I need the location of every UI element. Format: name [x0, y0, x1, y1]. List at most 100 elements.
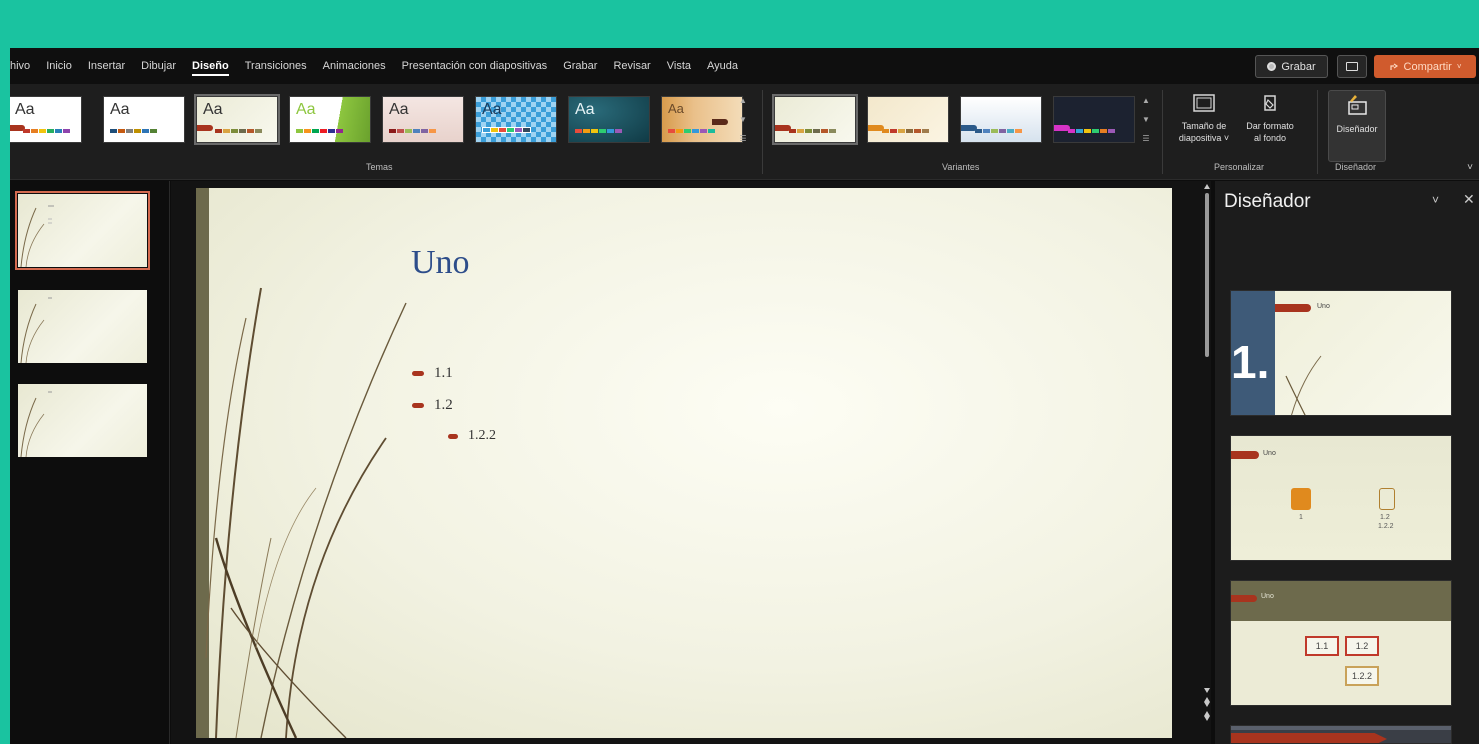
variants-gallery-scroll[interactable]: ▲ ▼ ☰ — [1140, 96, 1152, 143]
themes-group-label: Temas — [366, 162, 393, 172]
theme-accent-tab — [197, 125, 213, 131]
theme-accent-tab — [712, 119, 728, 125]
comments-button[interactable] — [1337, 55, 1367, 78]
designer-icon — [1348, 95, 1367, 115]
gallery-more-icon[interactable]: ☰ — [1142, 134, 1149, 143]
slide-size-label-2: diapositiva ˅ — [1178, 133, 1230, 143]
collapse-ribbon-icon[interactable]: ˅ — [1467, 162, 1473, 173]
tab-animaciones[interactable]: Animaciones — [323, 60, 386, 76]
tab-insertar[interactable]: Insertar — [88, 60, 125, 76]
variant-swatches — [975, 129, 1022, 133]
tab-revisar[interactable]: Revisar — [613, 60, 650, 76]
designer-button[interactable]: Diseñador — [1328, 90, 1386, 162]
theme-teal-dark[interactable]: Aa — [568, 96, 650, 143]
slide-editing-area: Uno 1.1 1.2 1.2.2 — [171, 181, 1211, 744]
slide-thumbnails-pane — [10, 181, 170, 744]
slide-size-button[interactable]: Tamaño de diapositiva ˅ — [1172, 90, 1236, 162]
option4-title-banner — [1231, 733, 1387, 743]
bullet-1-1[interactable]: 1.1 — [412, 365, 453, 382]
theme-current[interactable]: Aa — [194, 94, 280, 145]
variant-4[interactable] — [1053, 96, 1135, 143]
tab-ayuda[interactable]: Ayuda — [707, 60, 738, 76]
variant-2[interactable] — [867, 96, 949, 143]
theme-swatches — [23, 129, 70, 133]
chevron-down-icon[interactable]: ˅ — [1432, 193, 1439, 207]
tab-transiciones[interactable]: Transiciones — [245, 60, 307, 76]
variant-swatches — [882, 129, 929, 133]
tab-dibujar[interactable]: Dibujar — [141, 60, 176, 76]
ribbon-separator — [1317, 90, 1318, 174]
format-background-button[interactable]: Dar formato al fondo — [1238, 90, 1302, 162]
option2-item-2: 1.2 — [1380, 514, 1390, 521]
tab-inicio[interactable]: Inicio — [46, 60, 72, 76]
theme-aa-label: Aa — [389, 101, 409, 118]
menu-tabs: hivo Inicio Insertar Dibujar Diseño Tran… — [10, 60, 738, 76]
ribbon-separator — [1162, 90, 1163, 174]
theme-swatches — [482, 127, 531, 133]
theme-checkered[interactable]: Aa — [475, 96, 557, 143]
option3-title-tab — [1231, 595, 1257, 602]
tab-vista[interactable]: Vista — [667, 60, 691, 76]
close-icon[interactable]: ✕ — [1463, 191, 1475, 208]
personalize-group-label: Personalizar — [1214, 162, 1265, 172]
option2-item-2b: 1.2.2 — [1378, 523, 1394, 530]
chevron-down-icon[interactable]: ▼ — [1142, 115, 1150, 124]
tab-diseno[interactable]: Diseño — [192, 60, 229, 76]
variants-group-label: Variantes — [942, 162, 980, 172]
bullet-marker — [448, 433, 458, 439]
option2-item-1: 1 — [1299, 514, 1303, 521]
vertical-scrollbar[interactable] — [1200, 181, 1214, 744]
share-icon — [1389, 63, 1398, 70]
design-option-4[interactable] — [1230, 725, 1452, 744]
bullet-marker — [412, 403, 424, 408]
design-option-3[interactable]: Uno 1.1 1.2 1.2.2 — [1230, 580, 1452, 706]
chevron-down-icon: ˅ — [1456, 62, 1462, 71]
gallery-more-icon[interactable]: ☰ — [739, 134, 746, 143]
tab-archivo[interactable]: hivo — [10, 60, 30, 76]
bullet-1-2[interactable]: 1.2 — [412, 397, 453, 414]
themes-gallery-scroll[interactable]: ▲ ▼ ☰ — [737, 96, 749, 143]
slide-title[interactable]: Uno — [411, 244, 470, 282]
design-option-1[interactable]: 1. Uno — [1230, 290, 1452, 416]
thumbnail-grass — [20, 391, 52, 457]
format-background-label-2: al fondo — [1253, 133, 1287, 143]
share-label: Compartir — [1403, 60, 1452, 73]
theme-aa-label: Aa — [575, 101, 595, 118]
option3-box-3-text: 1.2.2 — [1351, 671, 1373, 681]
option3-box-2-text: 1.2 — [1355, 641, 1369, 651]
format-background-label-1: Dar formato — [1246, 121, 1294, 131]
theme-office-2[interactable]: Aa — [103, 96, 185, 143]
designer-pane: Diseñador ˅ ✕ 1. Uno Uno 1 1.2 1.2.2 Uno — [1215, 181, 1479, 744]
theme-pink[interactable]: Aa — [382, 96, 464, 143]
slide-thumbnail-1[interactable] — [15, 191, 150, 270]
chevron-up-icon[interactable]: ▲ — [1142, 96, 1150, 105]
theme-green[interactable]: Aa — [289, 96, 371, 143]
slide-thumbnail-2[interactable] — [18, 290, 147, 363]
theme-office[interactable]: Aa — [10, 96, 82, 143]
theme-aa-label: Aa — [15, 101, 35, 118]
tab-presentacion[interactable]: Presentación con diapositivas — [402, 60, 548, 76]
chevron-up-icon[interactable]: ▲ — [739, 96, 747, 105]
option3-box-1: 1.1 — [1305, 636, 1339, 656]
design-option-2[interactable]: Uno 1 1.2 1.2.2 — [1230, 435, 1452, 561]
option2-icon-2 — [1379, 488, 1395, 510]
bullet-1-2-2[interactable]: 1.2.2 — [448, 428, 496, 444]
bullet-text: 1.1 — [434, 365, 453, 381]
theme-swatches — [110, 129, 157, 133]
variant-1[interactable] — [772, 94, 858, 145]
variant-3[interactable] — [960, 96, 1042, 143]
ribbon-separator — [762, 90, 763, 174]
share-button[interactable]: Compartir ˅ — [1374, 55, 1476, 78]
chevron-down-icon[interactable]: ▼ — [739, 115, 747, 124]
option4-top-strip — [1231, 726, 1451, 730]
theme-swatches — [668, 129, 715, 133]
designer-pane-title: Diseñador — [1224, 191, 1311, 212]
slide-thumbnail-3[interactable] — [18, 384, 147, 457]
theme-wood[interactable]: Aa — [661, 96, 743, 143]
thumbnail-grass — [20, 297, 52, 363]
tab-grabar[interactable]: Grabar — [563, 60, 597, 76]
record-button[interactable]: Grabar — [1255, 55, 1328, 78]
option3-header — [1231, 581, 1451, 621]
option3-box-3: 1.2.2 — [1345, 666, 1379, 686]
current-slide[interactable]: Uno 1.1 1.2 1.2.2 — [196, 188, 1172, 738]
